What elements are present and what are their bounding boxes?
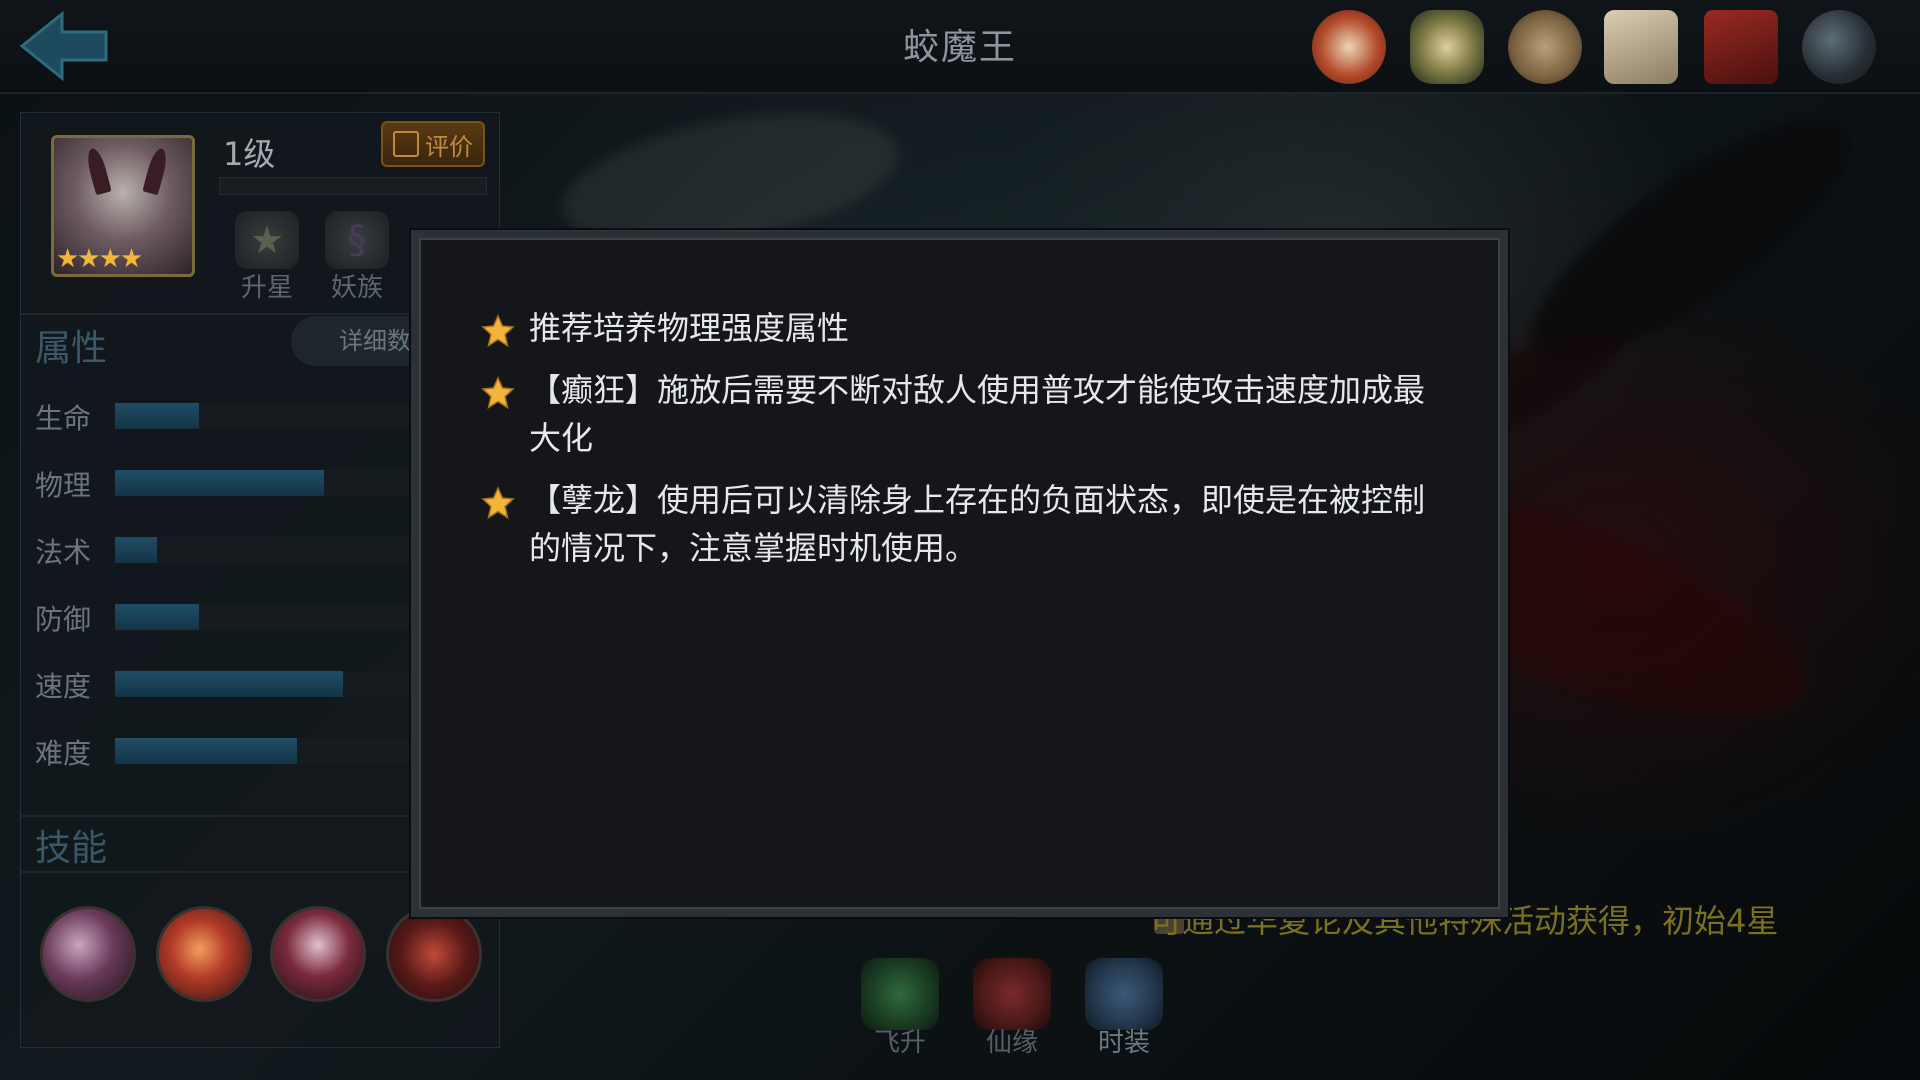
costume-icon	[1085, 958, 1163, 1030]
trial-icon[interactable]	[1312, 10, 1386, 84]
hero-portrait[interactable]: ★★★★	[51, 135, 195, 277]
demon-race-button[interactable]: § 妖族	[317, 211, 397, 303]
stat-fill	[115, 470, 324, 496]
star-up-label: 升星	[240, 273, 293, 303]
attributes-title: 属性	[35, 328, 108, 369]
document-icon[interactable]	[1604, 10, 1678, 84]
edit-icon	[393, 131, 419, 157]
stat-fill	[115, 403, 199, 429]
stat-label: 防御	[35, 603, 92, 636]
rate-button[interactable]: 评价	[381, 121, 485, 167]
magnifier-icon[interactable]	[1802, 10, 1876, 84]
stat-fill	[115, 604, 199, 630]
skill-icon-2[interactable]	[156, 906, 252, 1002]
scroll-icon[interactable]	[1410, 10, 1484, 84]
medal-icon[interactable]	[1508, 10, 1582, 84]
star-icon	[481, 376, 515, 410]
skill-icon-3[interactable]	[270, 906, 366, 1002]
tab-costume[interactable]: 时装	[1079, 958, 1169, 1068]
hero-level: 1级	[223, 135, 276, 173]
tab-costume-label: 时装	[1097, 1028, 1150, 1058]
tab-ascend-label: 飞升	[873, 1028, 926, 1058]
tip-text: 【孽龙】使用后可以清除身上存在的负面状态，即使是在被控制的情况下，注意掌握时机使…	[529, 481, 1426, 567]
top-bar: 蛟魔王	[0, 0, 1920, 94]
ascend-icon	[861, 958, 939, 1030]
tip-text: 【癫狂】施放后需要不断对敌人使用普攻才能使攻击速度加成最大化	[529, 371, 1426, 457]
star-up-icon: ★	[235, 211, 299, 269]
bottom-tab-bar: 飞升 仙缘 时装	[855, 958, 1185, 1068]
tab-fate-label: 仙缘	[985, 1028, 1038, 1058]
stat-label: 物理	[35, 469, 92, 502]
hero-tips-dialog[interactable]: 推荐培养物理强度属性 【癫狂】施放后需要不断对敌人使用普攻才能使攻击速度加成最大…	[411, 230, 1508, 917]
stat-label: 法术	[35, 536, 92, 569]
skill-icon-4[interactable]	[386, 906, 482, 1002]
star-icon	[481, 314, 515, 348]
skill-icon-1[interactable]	[40, 906, 136, 1002]
rate-button-label: 评价	[425, 132, 473, 161]
skills-title: 技能	[35, 828, 108, 869]
star-icon	[481, 486, 515, 520]
tip-text: 推荐培养物理强度属性	[529, 309, 850, 347]
experience-bar	[219, 177, 487, 195]
stat-label: 生命	[35, 402, 92, 435]
tab-fate[interactable]: 仙缘	[967, 958, 1057, 1068]
stat-label: 难度	[35, 737, 92, 770]
portrait-horn-left	[84, 146, 112, 196]
stat-fill	[115, 537, 157, 563]
portrait-stars: ★★★★	[56, 244, 143, 274]
stat-label: 速度	[35, 670, 92, 703]
stat-fill	[115, 738, 298, 764]
stat-fill	[115, 671, 343, 697]
demon-race-label: 妖族	[330, 273, 383, 303]
fate-icon	[973, 958, 1051, 1030]
star-up-button[interactable]: ★ 升星	[227, 211, 307, 303]
tab-ascend[interactable]: 飞升	[855, 958, 945, 1068]
book-icon[interactable]	[1704, 10, 1778, 84]
demon-race-icon: §	[325, 211, 389, 269]
portrait-horn-right	[142, 146, 170, 196]
